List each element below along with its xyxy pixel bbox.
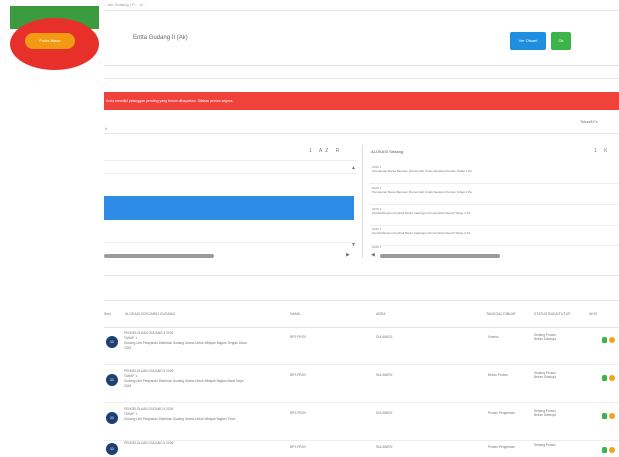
list-divider xyxy=(104,160,356,161)
list-item-year: 2026 1 xyxy=(372,245,382,249)
row-nama: BPS PROV xyxy=(290,411,307,415)
column-header[interactable]: AREA xyxy=(376,312,386,316)
row-area: SULAWESI xyxy=(376,335,393,339)
row-area: SULAWESI xyxy=(376,411,393,415)
alert-banner: Anda memiliki pelanggan pending yang bel… xyxy=(104,92,619,110)
logo[interactable]: Fruits Wave xyxy=(25,33,75,49)
table-row[interactable]: 11 PENGELOLAAN GUDANG II 2026 TAHAP 1 Gu… xyxy=(104,328,619,365)
primary-button[interactable]: Ver Ofsaet xyxy=(510,32,546,50)
row-status-line2: Belum Disetujui xyxy=(534,375,557,379)
user-icon[interactable] xyxy=(602,447,607,453)
row-number-badge: 11 xyxy=(106,374,118,386)
list-divider xyxy=(104,173,356,174)
row-status: Sedang Proses xyxy=(534,443,556,447)
warning-icon[interactable] xyxy=(609,413,615,419)
row-status: Sedang Proses Belum Disetujui xyxy=(534,333,556,341)
list-item-text: Pendistribusian Kembali Beras Cadangan P… xyxy=(372,211,471,215)
horizontal-scrollbar[interactable] xyxy=(104,254,214,258)
list-item-text: Pendistribusian Kembali Beras Cadangan P… xyxy=(372,231,471,235)
row-nama: BPS PROV xyxy=(290,445,307,449)
column-header[interactable]: TANGGAL DIBUAT xyxy=(486,312,516,316)
list-divider xyxy=(104,242,356,243)
column-header[interactable]: Sesi xyxy=(104,312,111,316)
warning-icon[interactable] xyxy=(609,375,615,381)
warning-icon[interactable] xyxy=(609,337,615,343)
list-item[interactable]: 2026 1 Pendistribusian Kembali Beras Cad… xyxy=(370,205,619,226)
row-area: SULAWESI xyxy=(376,373,393,377)
divider xyxy=(104,65,619,66)
row-doc-year: 2026 xyxy=(124,346,132,350)
row-tanggal: Proses Pengiriman xyxy=(488,411,515,415)
row-tanggal: Belum Proses xyxy=(488,373,508,377)
list-item-text: Penyaluran Beras Bantuan Pemerintah Untu… xyxy=(372,169,472,173)
row-document: PENGELOLAAN GUDANG II 2026 TAHAP 1 Gudan… xyxy=(124,369,294,389)
row-status-line2: Belum Disetujui xyxy=(534,337,557,341)
list-item[interactable]: 2026 1 Penyaluran Beras Bantuan Pemerint… xyxy=(370,163,619,184)
warning-icon[interactable] xyxy=(609,447,615,453)
scroll-down-icon[interactable]: ▼ xyxy=(351,242,356,248)
row-status: Sedang Proses Belum Disetujui xyxy=(534,409,556,417)
divider xyxy=(104,78,619,79)
row-number-badge: 11 xyxy=(106,443,118,455)
ok-button[interactable]: Ok xyxy=(551,32,571,50)
list-item[interactable]: 2026 1 Penyaluran Beras Bantuan Pemerint… xyxy=(370,184,619,205)
divider xyxy=(104,10,619,11)
user-icon[interactable] xyxy=(602,337,607,343)
horizontal-scrollbar[interactable] xyxy=(380,254,500,258)
left-list-controls[interactable]: 1 AZ R xyxy=(309,148,342,154)
row-status-line1: Sedang Proses xyxy=(534,443,556,447)
row-area: SULAWESI xyxy=(376,445,393,449)
divider xyxy=(104,275,619,276)
right-list-title: ALOKASI Sedang xyxy=(371,149,404,154)
selected-list-item[interactable] xyxy=(104,196,354,220)
breadcrumb: …ktu Gudang | P… Iz… xyxy=(104,2,147,7)
row-nama: BPS PROV xyxy=(290,335,307,339)
filter-left-label: b xyxy=(105,126,108,131)
row-number-badge: 11 xyxy=(106,412,118,424)
row-doc-year: 2026 xyxy=(124,384,132,388)
row-document: PENGELOLAAN GUDANG II 2026 TAHAP 1 Gudan… xyxy=(124,331,294,351)
list-item-text: Penyaluran Beras Bantuan Pemerintah Untu… xyxy=(372,190,472,194)
divider xyxy=(104,133,619,134)
year-filter[interactable]: Tahun/8 Fs xyxy=(580,120,597,124)
table-row[interactable]: 11 PENGELOLAAN GUDANG II 2026 TAHAP 1 Gu… xyxy=(104,404,619,441)
right-list-controls[interactable]: 1 K xyxy=(594,148,611,154)
row-doc-title: PENGELOLAAN GUDANG II 2026 xyxy=(124,441,174,445)
scroll-left-icon[interactable]: ◀ xyxy=(371,252,375,258)
row-tanggal: Proses Pengiriman xyxy=(488,445,515,449)
panel-divider xyxy=(362,145,363,258)
row-number-badge: 11 xyxy=(106,336,118,348)
row-nama: BPS PROV xyxy=(290,373,307,377)
list-item[interactable]: 2026 1 xyxy=(370,243,619,251)
row-status-line2: Belum Disetujui xyxy=(534,413,557,417)
divider xyxy=(104,300,619,301)
table-row[interactable]: 11 PENGELOLAAN GUDANG II 2026 TAHAP 1 Gu… xyxy=(104,366,619,403)
scroll-up-icon[interactable]: ▲ xyxy=(351,165,356,171)
row-tanggal: Selesai xyxy=(488,335,499,339)
row-doc-desc: Gudang Unit Pelayanan Distribusi Gudang … xyxy=(124,417,236,421)
row-document: PENGELOLAAN GUDANG II 2026 TAHAP 1 Gudan… xyxy=(124,407,294,422)
column-header[interactable]: ALOKASI DOKUMEN GUDANG xyxy=(125,312,175,316)
page-title: Entta Gudang II (Ak) xyxy=(133,35,188,41)
user-icon[interactable] xyxy=(602,413,607,419)
row-document: PENGELOLAAN GUDANG II 2026 xyxy=(124,441,294,446)
table-row[interactable]: 11 PENGELOLAAN GUDANG II 2026 BPS PROV S… xyxy=(104,438,619,457)
user-icon[interactable] xyxy=(602,375,607,381)
scroll-right-icon[interactable]: ▶ xyxy=(346,252,350,258)
column-header[interactable]: NAMA xyxy=(290,312,300,316)
column-header[interactable]: STATUS BUKA/TUTUP xyxy=(534,312,574,316)
row-status: Sedang Proses Belum Disetujui xyxy=(534,371,556,379)
column-header[interactable]: AKSI xyxy=(589,312,597,316)
